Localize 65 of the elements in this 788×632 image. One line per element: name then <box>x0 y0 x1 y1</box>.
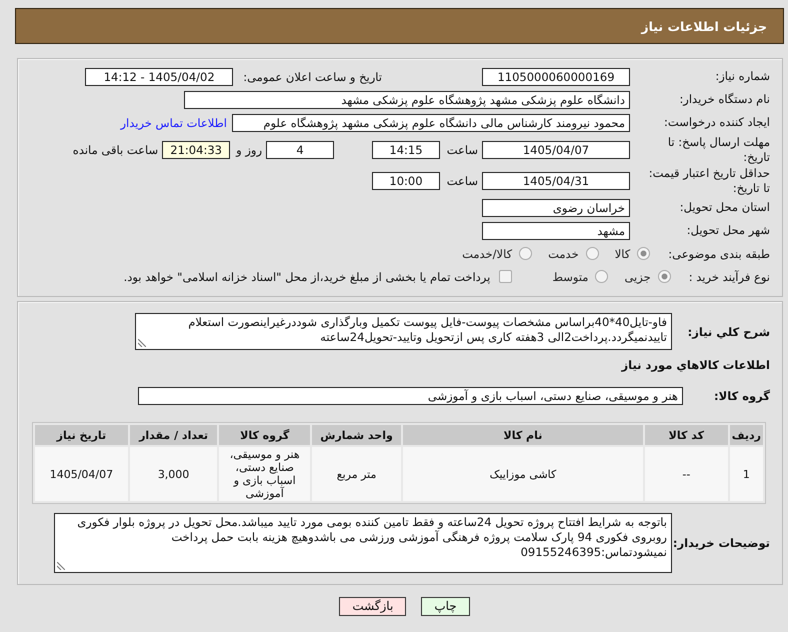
province-field[interactable]: خراسان رضوی <box>482 198 630 216</box>
table-cell: هنر و موسیقی، صنایع دستی، اسباب بازی و آموزشی <box>219 447 310 501</box>
field-label: نوع فرآیند خرید : <box>688 270 770 284</box>
time-field[interactable]: 10:00 <box>372 172 440 190</box>
column-header: واحد شمارش <box>312 425 401 445</box>
contact-link[interactable]: اطلاعات تماس خریدار <box>120 116 227 130</box>
radio-button[interactable] <box>595 270 608 283</box>
option-label[interactable]: متوسط <box>552 270 588 284</box>
description-field[interactable]: فاو-تایل40*40براساس مشخصات پیوست-فایل پیوست تکمیل وبارگذاری شوددرغیراینصورت استعلام تاییدنمیگردد.پرداخت2الی 3هفته کاری پس ازتحویل وتایید-تحویل24ساعته <box>135 313 672 350</box>
radio-button[interactable] <box>586 247 599 260</box>
remaining-time-field[interactable]: 21:04:33 <box>162 140 230 158</box>
field-label: شرح کلي نياز: <box>686 324 770 338</box>
field-label: ساعت <box>446 142 478 156</box>
option-label[interactable]: خدمت <box>548 246 579 260</box>
field-label: ایجاد کننده درخواست: <box>663 115 770 130</box>
field-label: شهر محل تحویل: <box>686 223 770 238</box>
field-label: تاریخ و ساعت اعلان عمومی: <box>243 70 382 84</box>
option-label[interactable]: کالا <box>614 246 630 260</box>
field-label: نام دستگاه خریدار: <box>678 92 770 107</box>
field-label: توضیحات خریدار: <box>672 536 770 550</box>
column-header: نام کالا <box>403 425 643 445</box>
field-label: حداقل تاریخ اعتبار قیمت: تا تاریخ: <box>648 166 770 196</box>
table-cell: -- <box>644 447 728 501</box>
field-label: گروه کالا: <box>713 389 770 403</box>
resize-grip-icon[interactable] <box>57 562 65 570</box>
column-header: ردیف <box>730 425 763 445</box>
time-field[interactable]: 14:15 <box>372 140 440 158</box>
option-label[interactable]: جزیی <box>624 270 651 284</box>
radio-button[interactable] <box>658 270 671 283</box>
announce-date-field[interactable]: 1405/04/02 - 14:12 <box>85 68 234 86</box>
table-cell: 3,000 <box>130 447 218 501</box>
back-button[interactable]: بازگشت <box>339 597 406 616</box>
column-header: تاریخ نیاز <box>35 425 128 445</box>
goods-group-field[interactable]: هنر و موسیقی، صنایع دستی، اسباب بازی و آموزشی <box>138 387 683 405</box>
column-header: کد کالا <box>644 425 728 445</box>
date-field[interactable]: 1405/04/31 <box>482 172 630 190</box>
field-label: مهلت ارسال پاسخ: تا تاریخ: <box>666 134 770 164</box>
checkbox[interactable] <box>499 270 512 283</box>
table-cell: متر مربع <box>312 447 401 501</box>
date-field[interactable]: 1405/04/07 <box>482 140 630 158</box>
print-button[interactable]: چاپ <box>421 597 470 616</box>
field-label: ساعت <box>446 174 478 188</box>
table-cell: کاشی موزاییک <box>403 447 643 501</box>
table-cell: 1 <box>730 447 763 501</box>
section-title: اطلاعات كالاهاي مورد نياز <box>620 358 770 372</box>
field-label: استان محل تحویل: <box>678 200 770 215</box>
buyer-org-field[interactable]: دانشگاه علوم پزشکی مشهد پژوهشگاه علوم پزشکی مشهد <box>184 90 630 108</box>
days-field[interactable]: 4 <box>266 140 334 158</box>
option-label[interactable]: کالا/خدمت <box>462 246 512 260</box>
need-number-field[interactable]: 1105000060000169 <box>482 68 630 86</box>
buyer-notes-field[interactable]: باتوجه به شرایط افتتاح پروژه تحویل 24ساعته و فقط تامین کننده بومی مورد تایید میباشد.محل تحویل در پروژه بلوار فکوری روبروی فکوری 94 پارک سلامت پروژه فرهنگی آموزشی ورزشی می باشدوهیچ هزینه بابت حمل پرداخت نمیشودتماس:09155246395 <box>54 513 672 573</box>
radio-button[interactable] <box>637 247 650 260</box>
payment-note-text: پرداخت تمام یا بخشی از مبلغ خرید،از محل "اسناد خزانه اسلامی" خواهد بود. <box>124 270 490 284</box>
resize-grip-icon[interactable] <box>138 339 146 347</box>
field-label: شماره نیاز: <box>714 69 770 84</box>
requester-field[interactable]: محمود نیرومند کارشناس مالی دانشگاه علوم پزشکی مشهد پژوهشگاه علوم <box>232 114 630 132</box>
column-header: تعداد / مقدار <box>130 425 218 445</box>
table-cell: 1405/04/07 <box>35 447 128 501</box>
page-title: جزئیات اطلاعات نیاز <box>641 18 767 34</box>
column-header: گروه کالا <box>219 425 310 445</box>
city-field[interactable]: مشهد <box>482 222 630 240</box>
radio-button[interactable] <box>519 247 532 260</box>
field-label: ساعت باقی مانده <box>72 142 158 156</box>
field-label: روز و <box>236 142 262 156</box>
field-label: طبقه بندی موضوعی: <box>668 246 770 260</box>
